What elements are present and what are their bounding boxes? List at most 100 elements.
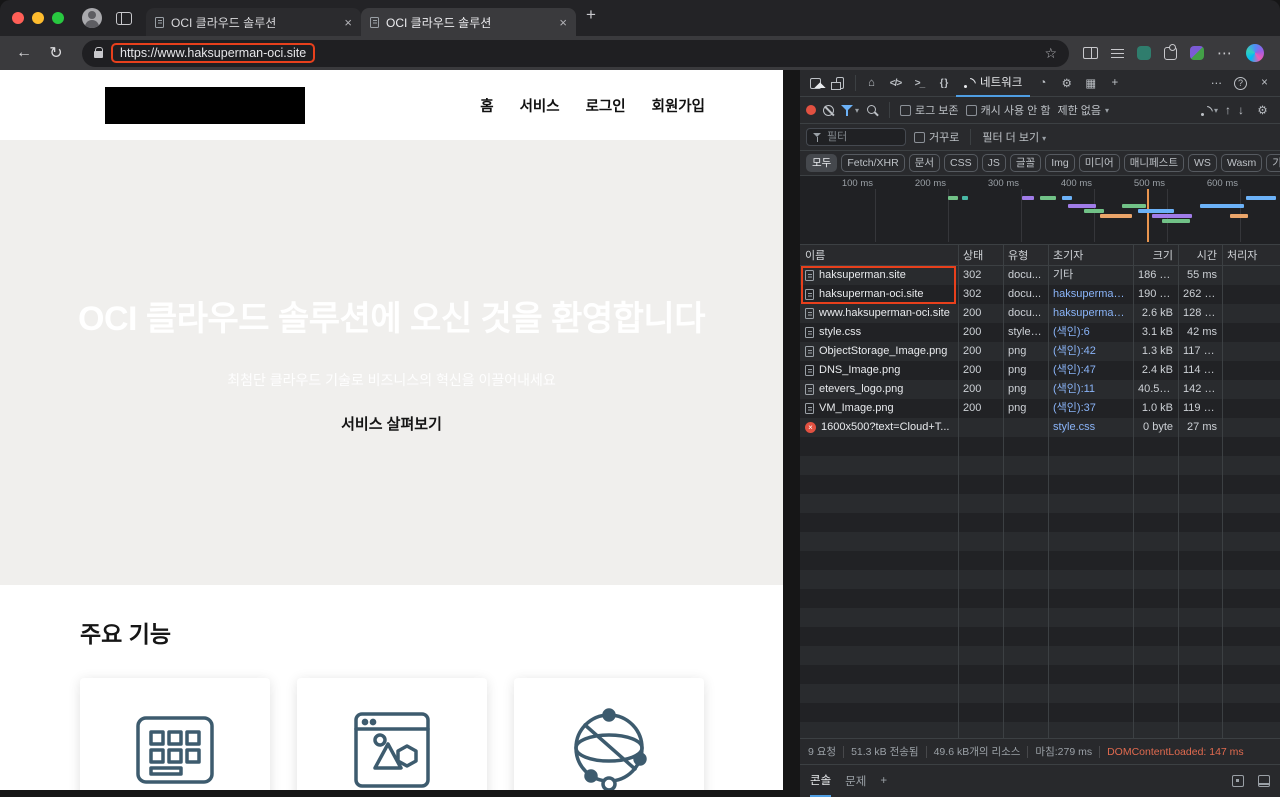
split-screen-icon[interactable] — [1083, 47, 1098, 59]
network-request-row[interactable]: VM_Image.png 200 png (색인):37 1.0 kB 119 … — [800, 399, 1280, 418]
request-initiator[interactable]: style.css — [1048, 418, 1133, 437]
invert-filter-checkbox[interactable]: 거꾸로 — [914, 129, 959, 145]
address-bar[interactable]: https://www.haksuperman-oci.site ☆ — [82, 40, 1069, 67]
request-initiator[interactable]: (색인):37 — [1048, 399, 1133, 418]
close-window-button[interactable] — [12, 12, 24, 24]
more-filters-button[interactable]: 필터 더 보기 ▾ — [982, 129, 1046, 145]
browser-tab-1[interactable]: OCI 클라우드 솔루션 × — [146, 8, 361, 36]
column-size[interactable]: 크기 — [1133, 247, 1178, 263]
throttling-select[interactable]: 제한 없음 ▾ — [1057, 102, 1109, 118]
filter-chip-js[interactable]: JS — [982, 154, 1006, 172]
filter-chip-font[interactable]: 글꼴 — [1010, 154, 1041, 172]
column-separator[interactable] — [958, 245, 959, 738]
filter-chip-all[interactable]: 모두 — [806, 154, 837, 172]
network-request-row[interactable]: www.haksuperman-oci.site 200 docu... hak… — [800, 304, 1280, 323]
panel-divider[interactable] — [783, 70, 800, 797]
inspect-icon[interactable] — [804, 71, 827, 95]
drawer-add-tab-button[interactable]: + — [880, 765, 887, 797]
home-icon[interactable]: ⌂ — [860, 71, 883, 95]
column-separator[interactable] — [1133, 245, 1134, 738]
network-request-row[interactable]: ObjectStorage_Image.png 200 png (색인):42 … — [800, 342, 1280, 361]
minimize-window-button[interactable] — [32, 12, 44, 24]
request-initiator[interactable]: haksuperman.s — [1048, 285, 1133, 304]
column-separator[interactable] — [1048, 245, 1049, 738]
column-separator[interactable] — [1178, 245, 1179, 738]
drawer-menu-icon[interactable] — [1258, 775, 1270, 787]
lock-icon[interactable] — [94, 51, 103, 58]
reload-icon[interactable]: ↻ — [44, 43, 68, 63]
network-request-row[interactable]: haksuperman.site 302 docu... 기타 186 b...… — [800, 266, 1280, 285]
zoom-window-button[interactable] — [52, 12, 64, 24]
feature-card-shapes[interactable] — [297, 678, 487, 790]
nav-link-services[interactable]: 서비스 — [520, 95, 560, 116]
preserve-log-checkbox[interactable]: 로그 보존 — [900, 102, 959, 118]
extension-icon[interactable] — [1190, 46, 1204, 60]
network-conditions-icon[interactable]: ▾ — [1201, 105, 1218, 116]
tab-close-icon[interactable]: × — [344, 16, 352, 29]
elements-tab-icon[interactable]: </> — [884, 71, 907, 95]
network-request-row[interactable]: style.css 200 styles... (색인):6 3.1 kB 42… — [800, 323, 1280, 342]
filter-chip-manifest[interactable]: 매니페스트 — [1124, 154, 1184, 172]
extensions-puzzle-icon[interactable] — [1164, 47, 1177, 60]
filter-toggle-icon[interactable]: ▾ — [841, 105, 859, 116]
nav-link-login[interactable]: 로그인 — [586, 95, 626, 116]
column-initiator[interactable]: 초기자 — [1048, 247, 1133, 263]
nav-link-home[interactable]: 홈 — [480, 95, 493, 116]
request-initiator[interactable]: (색인):47 — [1048, 361, 1133, 380]
help-icon[interactable]: ? — [1229, 71, 1252, 95]
filter-chip-other[interactable]: 기타 — [1266, 154, 1280, 172]
add-tool-button[interactable]: + — [1103, 71, 1126, 95]
export-har-icon[interactable]: ↓ — [1238, 103, 1244, 117]
disable-cache-checkbox[interactable]: 캐시 사용 안 함 — [966, 102, 1051, 118]
network-request-row[interactable]: DNS_Image.png 200 png (색인):47 2.4 kB 114… — [800, 361, 1280, 380]
column-time[interactable]: 시간 — [1178, 247, 1222, 263]
browser-tab-2[interactable]: OCI 클라우드 솔루션 × — [361, 8, 576, 36]
new-tab-button[interactable]: + — [586, 5, 596, 25]
back-icon[interactable]: ← — [12, 44, 36, 62]
console-tab-icon[interactable]: >_ — [908, 71, 931, 95]
dock-panel-icon[interactable] — [1232, 775, 1244, 787]
network-request-row[interactable]: etevers_logo.png 200 png (색인):11 40.5 kB… — [800, 380, 1280, 399]
filter-chip-wasm[interactable]: Wasm — [1221, 154, 1262, 172]
column-status[interactable]: 상태 — [958, 247, 1003, 263]
device-toolbar-icon[interactable] — [828, 71, 851, 95]
drawer-tab-console[interactable]: 콘솔 — [810, 765, 831, 797]
profile-avatar[interactable] — [82, 8, 102, 28]
column-separator[interactable] — [1222, 245, 1223, 738]
checkbox[interactable] — [966, 105, 977, 116]
timeline-overview[interactable]: 100 ms 200 ms 300 ms 400 ms 500 ms 600 m… — [800, 176, 1280, 245]
drawer-tab-issues[interactable]: 문제 — [845, 765, 866, 797]
record-icon[interactable] — [806, 105, 816, 115]
more-options-icon[interactable]: ⋯ — [1205, 71, 1228, 95]
reading-list-icon[interactable] — [1111, 48, 1124, 59]
request-initiator[interactable]: (색인):6 — [1048, 323, 1133, 342]
filter-chip-media[interactable]: 미디어 — [1079, 154, 1120, 172]
feature-card-compute[interactable] — [80, 678, 270, 790]
column-name[interactable]: 이름 — [800, 247, 958, 263]
site-logo-redacted[interactable] — [105, 87, 305, 124]
column-type[interactable]: 유형 — [1003, 247, 1048, 263]
bookmark-star-icon[interactable]: ☆ — [1044, 45, 1057, 62]
network-request-row[interactable]: haksuperman-oci.site 302 docu... haksupe… — [800, 285, 1280, 304]
request-initiator[interactable]: (색인):42 — [1048, 342, 1133, 361]
filter-chip-xhr[interactable]: Fetch/XHR — [841, 154, 904, 172]
filter-input-box[interactable] — [806, 128, 906, 146]
filter-chip-img[interactable]: Img — [1045, 154, 1075, 172]
performance-tab-icon[interactable]: ◔ — [1031, 71, 1054, 95]
column-waterfall[interactable]: 처리자 — [1222, 247, 1280, 263]
settings-gear-icon[interactable]: ⚙ — [1055, 71, 1078, 95]
search-icon[interactable] — [866, 104, 879, 117]
checkbox[interactable] — [914, 132, 925, 143]
extension-icon[interactable] — [1137, 46, 1151, 60]
filter-input[interactable] — [827, 131, 897, 143]
browser-menu-icon[interactable]: ⋯ — [1217, 44, 1233, 62]
sources-tab-icon[interactable]: { } — [932, 71, 955, 95]
request-initiator[interactable]: (색인):11 — [1048, 380, 1133, 399]
clear-icon[interactable] — [823, 105, 834, 116]
tab-search-icon[interactable] — [116, 12, 132, 25]
import-har-icon[interactable]: ↑ — [1225, 103, 1231, 117]
request-initiator[interactable]: haksuperman-o — [1048, 304, 1133, 323]
filter-chip-ws[interactable]: WS — [1188, 154, 1217, 172]
column-separator[interactable] — [1003, 245, 1004, 738]
nav-link-signup[interactable]: 회원가입 — [652, 95, 705, 116]
